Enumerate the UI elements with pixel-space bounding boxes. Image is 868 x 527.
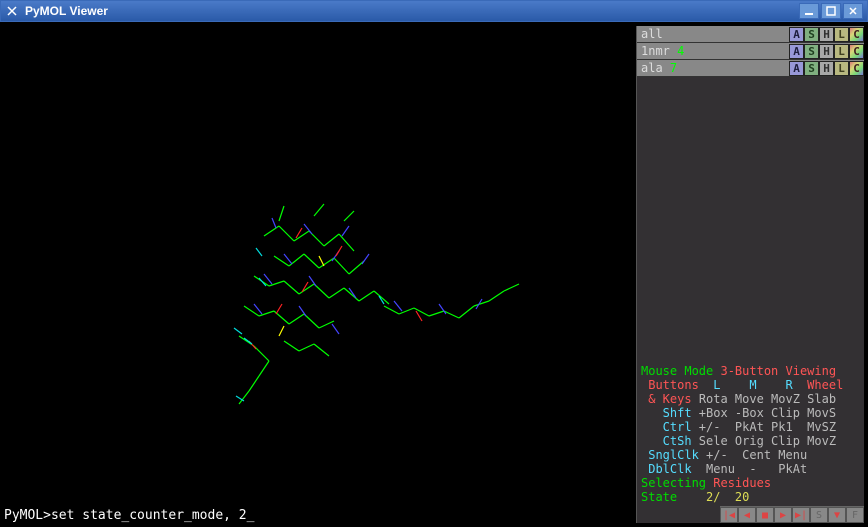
object-name: ala [641, 61, 663, 75]
content-area: all A S H L C 1nmr 4 A S H L [0, 22, 868, 527]
object-name: all [641, 27, 789, 41]
panel-spacer [637, 77, 864, 362]
molecule-render [184, 166, 544, 446]
action-L-button[interactable]: L [834, 27, 849, 42]
object-state-num: 4 [677, 44, 684, 58]
action-S-button[interactable]: S [804, 44, 819, 59]
action-L-button[interactable]: L [834, 61, 849, 76]
minimize-button[interactable] [799, 3, 819, 19]
action-A-button[interactable]: A [789, 27, 804, 42]
action-H-button[interactable]: H [819, 27, 834, 42]
action-C-button[interactable]: C [849, 61, 864, 76]
maximize-button[interactable] [821, 3, 841, 19]
action-S-button[interactable]: S [804, 61, 819, 76]
action-H-button[interactable]: H [819, 44, 834, 59]
command-line[interactable]: PyMOL>set state_counter_mode, 2_ [4, 507, 864, 523]
app-window: PyMOL Viewer [0, 0, 868, 527]
window-controls [799, 3, 863, 19]
cmdline-input[interactable]: set state_counter_mode, 2_ [51, 508, 255, 523]
cmdline-prompt: PyMOL> [4, 508, 51, 523]
object-row-all[interactable]: all A S H L C [637, 26, 864, 43]
action-A-button[interactable]: A [789, 44, 804, 59]
action-L-button[interactable]: L [834, 44, 849, 59]
app-icon [5, 4, 19, 18]
object-row-ala[interactable]: ala 7 A S H L C [637, 60, 864, 77]
object-row-1nmr[interactable]: 1nmr 4 A S H L C [637, 43, 864, 60]
titlebar[interactable]: PyMOL Viewer [0, 0, 868, 22]
action-A-button[interactable]: A [789, 61, 804, 76]
object-name: 1nmr [641, 44, 670, 58]
object-list: all A S H L C 1nmr 4 A S H L [637, 26, 864, 77]
close-button[interactable] [843, 3, 863, 19]
object-action-buttons: A S H L C [789, 61, 864, 76]
mouse-help-panel: Mouse Mode 3-Button Viewing Buttons L M … [637, 362, 864, 506]
molecule-viewer[interactable] [4, 26, 636, 523]
action-C-button[interactable]: C [849, 44, 864, 59]
window-title: PyMOL Viewer [25, 4, 799, 18]
action-S-button[interactable]: S [804, 27, 819, 42]
action-H-button[interactable]: H [819, 61, 834, 76]
object-action-buttons: A S H L C [789, 27, 864, 42]
side-panel: all A S H L C 1nmr 4 A S H L [636, 26, 864, 523]
object-state-num: 7 [670, 61, 677, 75]
object-action-buttons: A S H L C [789, 44, 864, 59]
action-C-button[interactable]: C [849, 27, 864, 42]
